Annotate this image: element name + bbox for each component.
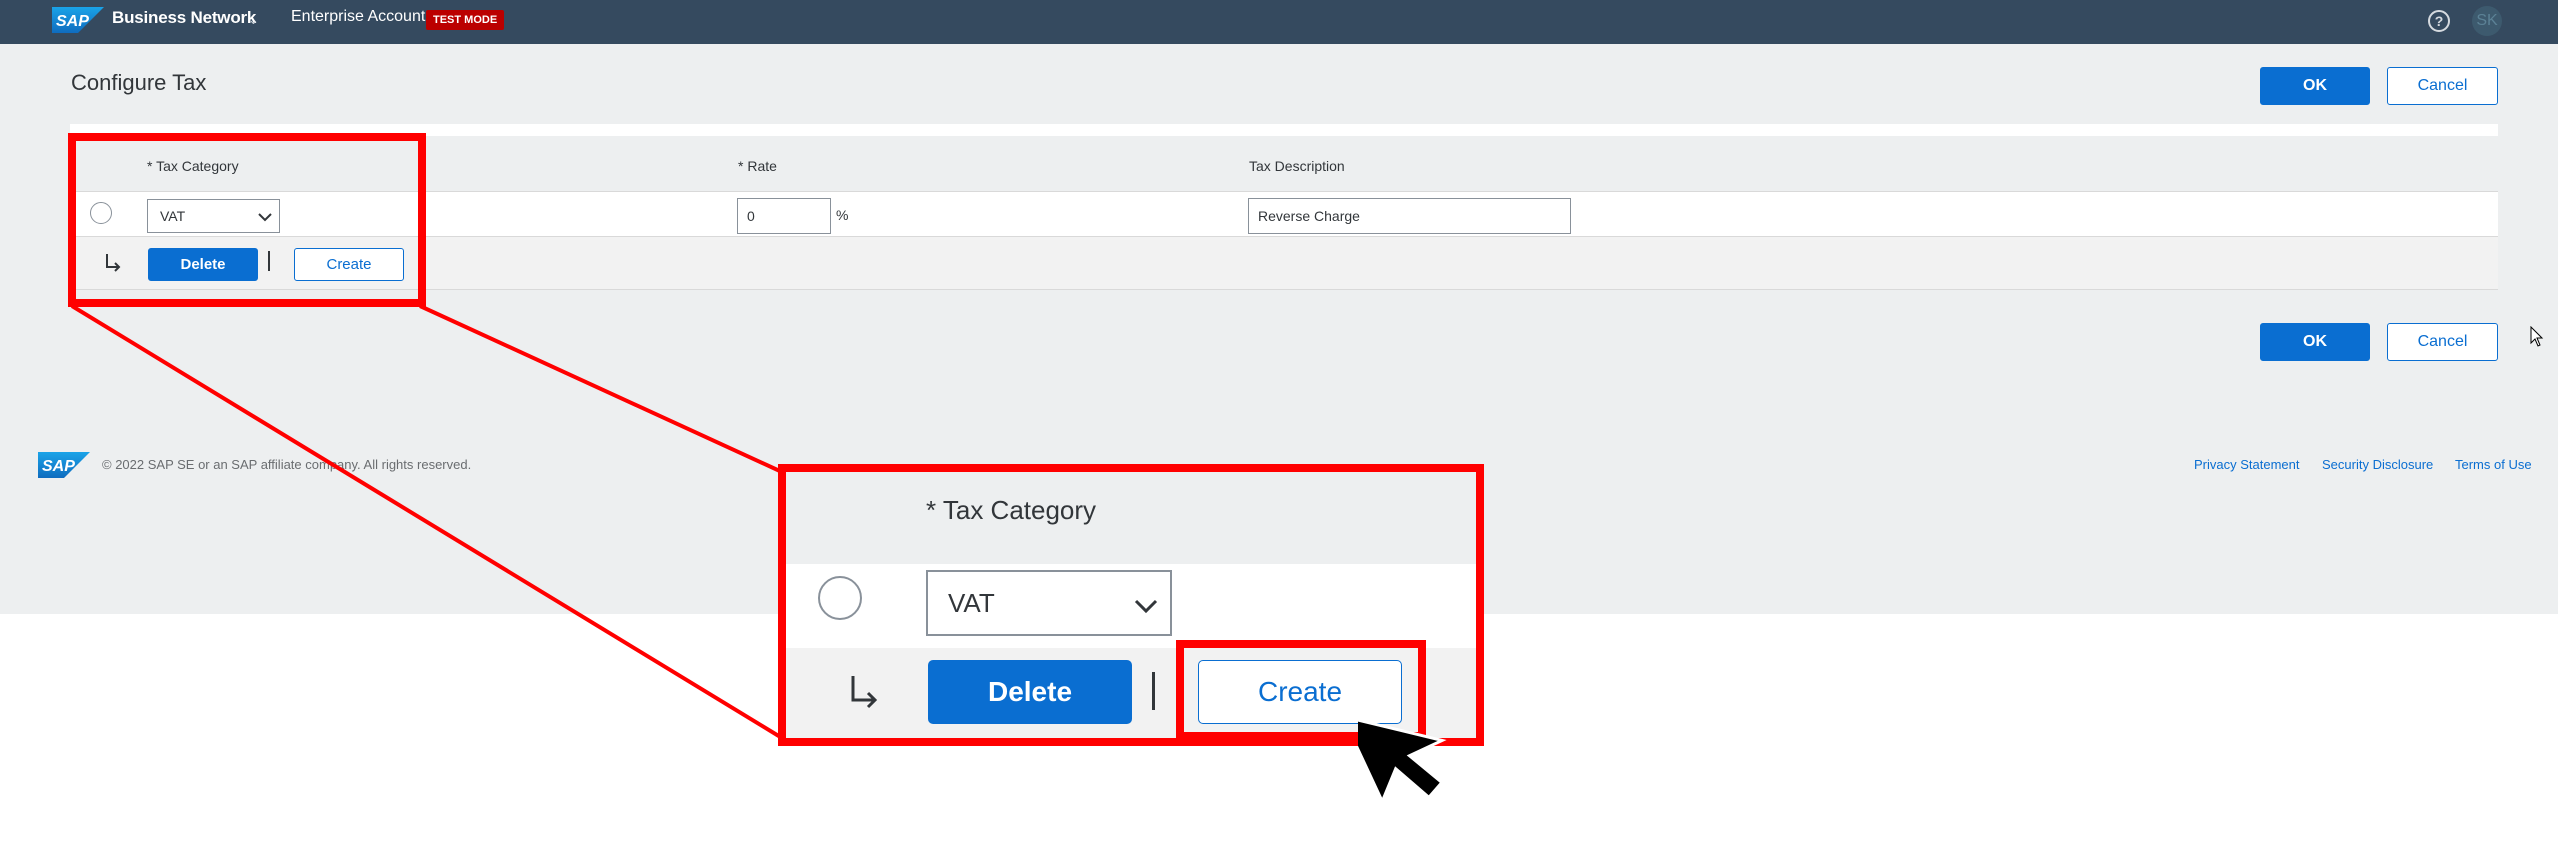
- large-mouse-pointer-icon: [1358, 714, 1447, 806]
- highlight-box-source: [68, 133, 426, 307]
